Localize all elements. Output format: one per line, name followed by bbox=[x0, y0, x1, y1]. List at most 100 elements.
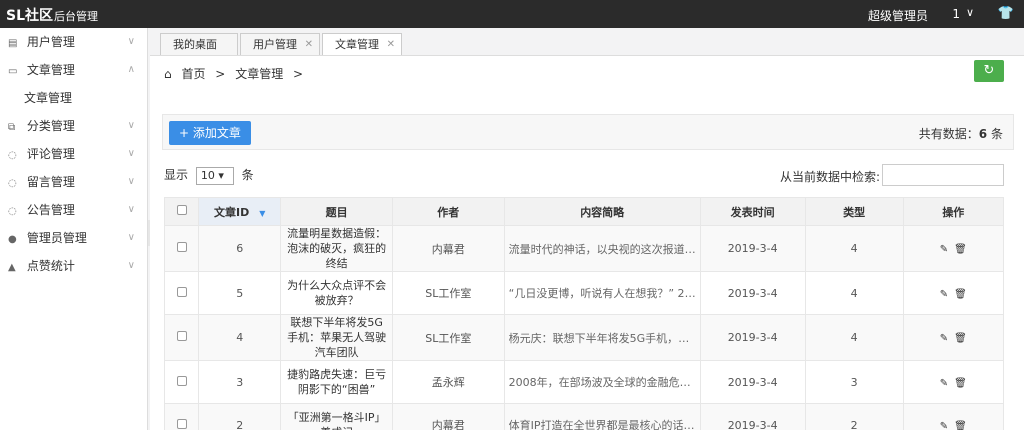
col-header-type[interactable]: 类型 bbox=[804, 197, 904, 226]
home-icon: ⌂ bbox=[164, 67, 172, 81]
page-size-value: 10 bbox=[200, 168, 215, 182]
edit-icon[interactable]: ✎ bbox=[940, 244, 948, 255]
table-row: 3 捷豹路虎失速：巨亏阴影下的“困兽” 孟永辉 2008年，在部场波及全球的金融… bbox=[163, 360, 1005, 404]
cell-summary: 2008年，在部场波及全球的金融危机影响下，许多汽车厂... bbox=[503, 360, 701, 404]
sidebar-item-label: 公告管理 bbox=[26, 203, 75, 217]
sidebar-item-admins[interactable]: ● 管理员管理 ∨ bbox=[0, 224, 147, 252]
close-icon[interactable]: ✕ bbox=[387, 34, 395, 55]
cell-type: 2 bbox=[804, 403, 904, 430]
main-panel: ⌂ 首页 > 文章管理 > ↻ + 添加文章 共有数据：6 条 显示 10 ▾ … bbox=[150, 55, 1024, 430]
comment-icon: ◌ bbox=[8, 150, 17, 161]
sidebar-item-label: 文章管理 bbox=[26, 63, 75, 77]
search-input[interactable] bbox=[882, 164, 1004, 186]
table-row: 4 联想下半年将发5G手机：苹果无人驾驶汽车团队 SL工作室 杨元庆：联想下半年… bbox=[163, 314, 1005, 361]
col-header-id[interactable]: 文章ID ▼ bbox=[198, 197, 282, 226]
user-num[interactable]: 1 bbox=[952, 7, 960, 21]
cell-date: 2019-3-4 bbox=[699, 225, 806, 272]
col-header-date[interactable]: 发表时间 bbox=[699, 197, 806, 226]
sidebar-item-messages[interactable]: ◌ 留言管理 ∨ bbox=[0, 168, 147, 196]
page-size-control: 显示 10 ▾ 条 bbox=[164, 166, 254, 185]
breadcrumb: ⌂ 首页 > 文章管理 > bbox=[164, 65, 309, 82]
delete-icon[interactable]: 🗑 bbox=[954, 244, 967, 255]
delete-icon[interactable]: 🗑 bbox=[954, 333, 967, 344]
puzzle-icon: ⧉ bbox=[8, 122, 16, 133]
sidebar-item-categories[interactable]: ⧉ 分类管理 ∨ bbox=[0, 112, 147, 140]
tab-desktop[interactable]: 我的桌面 bbox=[160, 33, 238, 55]
app-subtitle: 后台管理 bbox=[54, 10, 98, 23]
chevron-down-icon: ∨ bbox=[127, 204, 135, 215]
page-size-select[interactable]: 10 ▾ bbox=[195, 166, 234, 185]
cell-summary: 体育IP打造在全世界都是最核心的话题，而近年来，除了... bbox=[503, 403, 701, 430]
cell-id: 2 bbox=[198, 403, 282, 430]
row-select-cell bbox=[163, 225, 200, 272]
chevron-down-icon: ∨ bbox=[127, 36, 135, 47]
thumb-icon: ▲ bbox=[8, 262, 16, 273]
refresh-icon: ↻ bbox=[983, 63, 995, 78]
edit-icon[interactable]: ✎ bbox=[940, 378, 948, 389]
delete-icon[interactable]: 🗑 bbox=[954, 289, 967, 300]
user-menu-caret-icon[interactable]: ∨ bbox=[966, 6, 974, 19]
comment-icon: ◌ bbox=[8, 206, 17, 217]
cell-type: 3 bbox=[804, 360, 904, 404]
tab-label: 用户管理 bbox=[253, 38, 297, 51]
row-select-cell bbox=[163, 314, 200, 361]
col-header-author[interactable]: 作者 bbox=[391, 197, 505, 226]
table-row: 5 为什么大众点评不会被放弃？ SL工作室 “几日没更博，听说有人在想我？” 2… bbox=[163, 271, 1005, 315]
cell-title: 「亚洲第一格斗IP」养成记 bbox=[280, 403, 393, 430]
tab-articles[interactable]: 文章管理 ✕ bbox=[322, 33, 402, 55]
row-checkbox[interactable] bbox=[176, 242, 187, 252]
cell-actions: ✎ 🗑 bbox=[902, 360, 1005, 404]
sidebar-item-likes[interactable]: ▲ 点赞统计 ∨ bbox=[0, 252, 147, 280]
cell-title: 为什么大众点评不会被放弃？ bbox=[280, 271, 393, 315]
sidebar-item-label: 点赞统计 bbox=[26, 259, 75, 273]
col-header-summary[interactable]: 内容简略 bbox=[503, 197, 701, 226]
search-label: 从当前数据中检索: bbox=[779, 170, 880, 184]
edit-icon[interactable]: ✎ bbox=[940, 289, 948, 300]
row-select-cell bbox=[163, 360, 200, 404]
cell-summary: 杨元庆：联想下半年将发5G手机，也在推进5G PC MWC... bbox=[503, 314, 701, 361]
col-header-title[interactable]: 题目 bbox=[280, 197, 393, 226]
select-all-checkbox[interactable] bbox=[176, 205, 187, 215]
sidebar-item-articles[interactable]: ▭ 文章管理 ∧ bbox=[0, 56, 147, 84]
close-icon[interactable]: ✕ bbox=[305, 34, 313, 55]
user-name[interactable]: 超级管理员 bbox=[868, 7, 928, 24]
chevron-down-icon: ∨ bbox=[127, 176, 135, 187]
cell-author: 内幕君 bbox=[391, 225, 505, 272]
refresh-button[interactable]: ↻ bbox=[974, 60, 1004, 82]
sidebar-item-comments[interactable]: ◌ 评论管理 ∨ bbox=[0, 140, 147, 168]
sidebar-item-users[interactable]: ▤ 用户管理 ∨ bbox=[0, 28, 147, 56]
app-brand[interactable]: SL社区 bbox=[6, 5, 53, 25]
chevron-down-icon: ∨ bbox=[127, 148, 135, 159]
row-checkbox[interactable] bbox=[176, 286, 187, 297]
edit-icon[interactable]: ✎ bbox=[940, 333, 948, 344]
theme-shirt-icon[interactable]: 👕 bbox=[998, 6, 1014, 21]
chevron-down-icon: ∨ bbox=[127, 260, 135, 271]
cell-id: 3 bbox=[198, 360, 282, 404]
user-icon: ● bbox=[8, 234, 17, 245]
sidebar-item-label: 留言管理 bbox=[26, 175, 75, 189]
row-checkbox[interactable] bbox=[176, 375, 187, 386]
cell-type: 4 bbox=[804, 314, 904, 361]
delete-icon[interactable]: 🗑 bbox=[954, 421, 967, 430]
sidebar-item-notices[interactable]: ◌ 公告管理 ∨ bbox=[0, 196, 147, 224]
plus-icon: + bbox=[179, 126, 190, 140]
cell-title: 联想下半年将发5G手机：苹果无人驾驶汽车团队 bbox=[280, 314, 393, 361]
articles-table: 文章ID ▼ 题目 作者 内容简略 发表时间 类型 操作 6 流量明星数据造假：泡… bbox=[163, 197, 1005, 430]
cell-id: 4 bbox=[198, 314, 282, 361]
sidebar-subitem-articles[interactable]: 文章管理 bbox=[0, 84, 147, 112]
cell-date: 2019-3-4 bbox=[699, 271, 806, 315]
tab-users[interactable]: 用户管理 ✕ bbox=[240, 33, 320, 55]
edit-icon[interactable]: ✎ bbox=[940, 421, 948, 430]
breadcrumb-home[interactable]: 首页 bbox=[181, 67, 205, 81]
sidebar-item-label: 分类管理 bbox=[26, 119, 75, 133]
row-checkbox[interactable] bbox=[176, 331, 187, 341]
row-checkbox[interactable] bbox=[176, 418, 187, 429]
delete-icon[interactable]: 🗑 bbox=[954, 378, 967, 389]
show-prefix: 显示 bbox=[164, 168, 189, 182]
cell-author: SL工作室 bbox=[391, 314, 505, 361]
add-article-button[interactable]: + 添加文章 bbox=[169, 121, 251, 145]
row-select-cell bbox=[163, 403, 200, 430]
cell-date: 2019-3-4 bbox=[699, 314, 806, 361]
cell-author: 孟永辉 bbox=[391, 360, 505, 404]
table-row: 6 流量明星数据造假：泡沫的破灭，疯狂的终结 内幕君 流量时代的神话，以央视的这… bbox=[163, 225, 1005, 272]
